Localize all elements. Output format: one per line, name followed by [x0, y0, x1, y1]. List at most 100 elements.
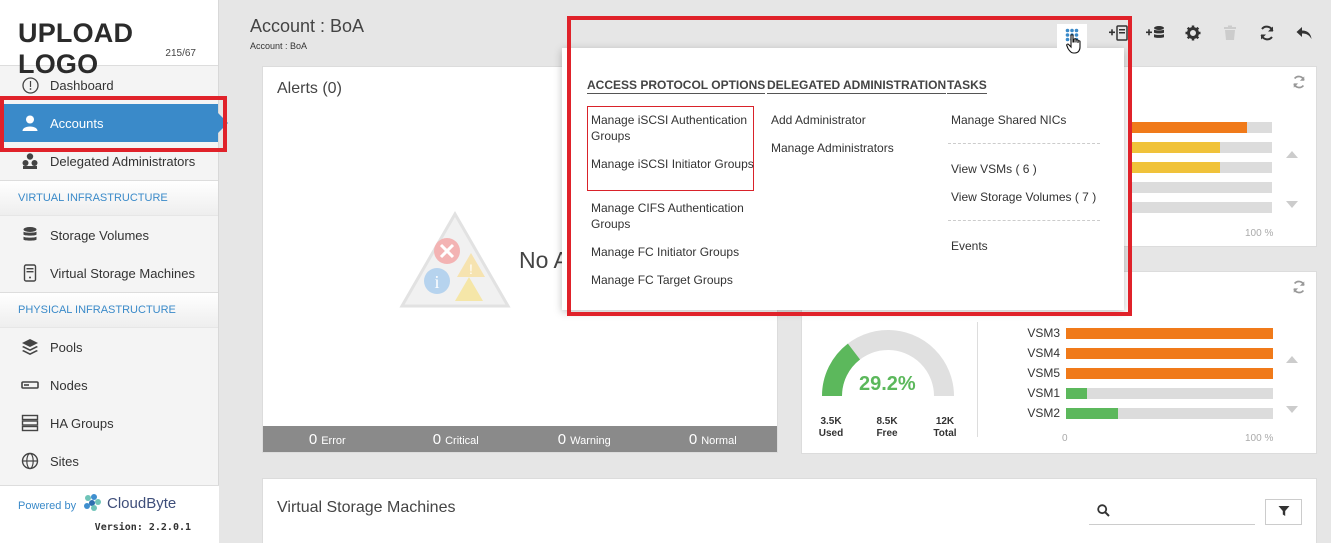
reply-icon	[1296, 26, 1312, 44]
vsm-bar	[1066, 328, 1273, 339]
usage-bar-fill	[1132, 162, 1221, 173]
delete-button[interactable]	[1211, 22, 1248, 48]
stat-label: Free	[876, 428, 898, 439]
sidebar-item-pools[interactable]: Pools	[0, 328, 218, 366]
alert-count-error: 0 Error	[263, 426, 392, 452]
section-virtual-infrastructure: VIRTUAL INFRASTRUCTURE	[0, 180, 218, 216]
brand-name: CloudByte	[107, 494, 177, 512]
scroll-down-icon[interactable]	[1286, 406, 1298, 413]
dashboard-icon	[20, 75, 40, 95]
axis-min: 0	[1062, 433, 1068, 444]
count: 0	[432, 430, 442, 448]
vsm-panel: Virtual Storage Machines	[262, 478, 1317, 543]
sidebar-item-delegated-administrators[interactable]: Delegated Administrators	[0, 142, 218, 180]
powered-by-label: Powered by	[18, 500, 77, 512]
section-physical-infrastructure: PHYSICAL INFRASTRUCTURE	[0, 292, 218, 328]
sidebar-item-dashboard[interactable]: Dashboard	[0, 66, 218, 104]
node-icon	[20, 375, 40, 395]
sidebar-item-label: Virtual Storage Machines	[50, 265, 196, 281]
stat-label: Total	[933, 428, 957, 439]
axis-max: 100 %	[1245, 433, 1274, 444]
menu-item-manage-administrators[interactable]: Manage Administrators	[771, 140, 894, 156]
refresh-button[interactable]	[1248, 22, 1285, 48]
scroll-up-icon[interactable]	[1286, 356, 1298, 363]
usage-bar	[1132, 162, 1272, 173]
filter-button[interactable]	[1265, 499, 1302, 525]
label: Warning	[570, 435, 611, 447]
user-icon	[20, 113, 40, 133]
count: 0	[308, 430, 318, 448]
menu-item-manage-iscsi-auth-groups[interactable]: Manage iSCSI Authentication Groups	[591, 112, 756, 144]
menu-item-view-storage-volumes[interactable]: View Storage Volumes ( 7 )	[951, 189, 1096, 205]
usage-bar-fill	[1132, 122, 1247, 133]
sidebar-item-label: Storage Volumes	[50, 227, 150, 243]
scroll-down-icon[interactable]	[1286, 201, 1298, 208]
globe-icon	[20, 451, 40, 471]
usage-bar-fill	[1132, 142, 1221, 153]
sidebar-item-label: Sites	[50, 453, 79, 469]
vsm-bar	[1066, 408, 1273, 419]
menu-item-manage-fc-initiator-groups[interactable]: Manage FC Initiator Groups	[591, 244, 761, 260]
sidebar-item-ha-groups[interactable]: HA Groups	[0, 404, 218, 442]
vsm-bar	[1066, 368, 1273, 379]
server-stack-icon	[20, 413, 40, 433]
label: Critical	[445, 435, 479, 447]
menu-item-manage-iscsi-initiator-groups[interactable]: Manage iSCSI Initiator Groups	[591, 156, 756, 172]
filter-icon	[1278, 505, 1290, 520]
scroll-up-icon[interactable]	[1286, 151, 1298, 158]
active-indicator	[218, 113, 228, 133]
vsm-bar-fill	[1066, 368, 1273, 379]
sidebar: UPLOAD LOGO 215/67 Dashboard Accounts De…	[0, 0, 228, 543]
menu-item-add-administrator[interactable]: Add Administrator	[771, 112, 866, 128]
axis-max: 100 %	[1245, 228, 1274, 239]
add-storage-button[interactable]	[1137, 22, 1174, 48]
refresh-icon	[1259, 25, 1275, 45]
alerts-title: Alerts (0)	[277, 80, 342, 97]
usage-bar	[1132, 202, 1272, 213]
refresh-icon[interactable]	[1292, 75, 1306, 94]
add-vsm-icon	[1108, 25, 1129, 45]
database-icon	[20, 225, 40, 245]
sidebar-item-sites[interactable]: Sites	[0, 442, 218, 480]
page-title: Account : BoA	[250, 16, 365, 36]
menu-item-manage-fc-target-groups[interactable]: Manage FC Target Groups	[591, 272, 761, 288]
sidebar-item-accounts[interactable]: Accounts	[0, 104, 228, 142]
sidebar-item-label: Dashboard	[50, 77, 114, 93]
refresh-icon[interactable]	[1292, 280, 1306, 299]
vsm-label: VSM1	[1027, 386, 1060, 400]
count: 0	[557, 430, 567, 448]
sidebar-item-storage-volumes[interactable]: Storage Volumes	[0, 216, 218, 254]
logo: UPLOAD LOGO 215/67	[0, 0, 218, 79]
menu-separator	[948, 143, 1100, 144]
sidebar-item-label: Delegated Administrators	[50, 153, 196, 169]
gear-icon	[1185, 25, 1201, 45]
vsm-panel-title: Virtual Storage Machines	[277, 499, 456, 516]
menu-item-manage-shared-nics[interactable]: Manage Shared NICs	[951, 112, 1066, 128]
vsm-bar	[1066, 388, 1273, 399]
vsm-bar-fill	[1066, 328, 1273, 339]
back-button[interactable]	[1285, 22, 1322, 48]
vsm-bar-fill	[1066, 388, 1087, 399]
settings-button[interactable]	[1174, 22, 1211, 48]
sidebar-item-virtual-storage-machines[interactable]: Virtual Storage Machines	[0, 254, 218, 292]
add-vsm-button[interactable]	[1100, 22, 1137, 48]
powered-by: Powered by CloudByte Version: 2.2.0.1	[0, 485, 219, 543]
toolbar	[1100, 22, 1322, 48]
alert-count-normal: 0 Normal	[649, 426, 778, 452]
stat-total: 12K Total	[930, 416, 960, 440]
sidebar-item-nodes[interactable]: Nodes	[0, 366, 218, 404]
menu-item-manage-cifs-auth-groups[interactable]: Manage CIFS Authentication Groups	[591, 200, 756, 232]
menu-item-view-vsms[interactable]: View VSMs ( 6 )	[951, 161, 1037, 177]
add-database-icon	[1145, 25, 1166, 45]
search-icon	[1097, 504, 1110, 520]
svg-text:!: !	[469, 261, 473, 277]
sidebar-item-label: Accounts	[50, 115, 104, 131]
menu-item-events[interactable]: Events	[951, 238, 988, 254]
menu-heading-delegated-admin: DELEGATED ADMINISTRATION	[767, 78, 947, 94]
stat-value: 3.5K	[820, 416, 842, 427]
alert-count-warning: 0 Warning	[520, 426, 649, 452]
alerts-summary: 0 Error 0 Critical 0 Warning 0 Normal	[263, 426, 777, 452]
count: 0	[688, 430, 698, 448]
search-input[interactable]	[1089, 501, 1255, 525]
stat-used: 3.5K Used	[816, 416, 846, 440]
